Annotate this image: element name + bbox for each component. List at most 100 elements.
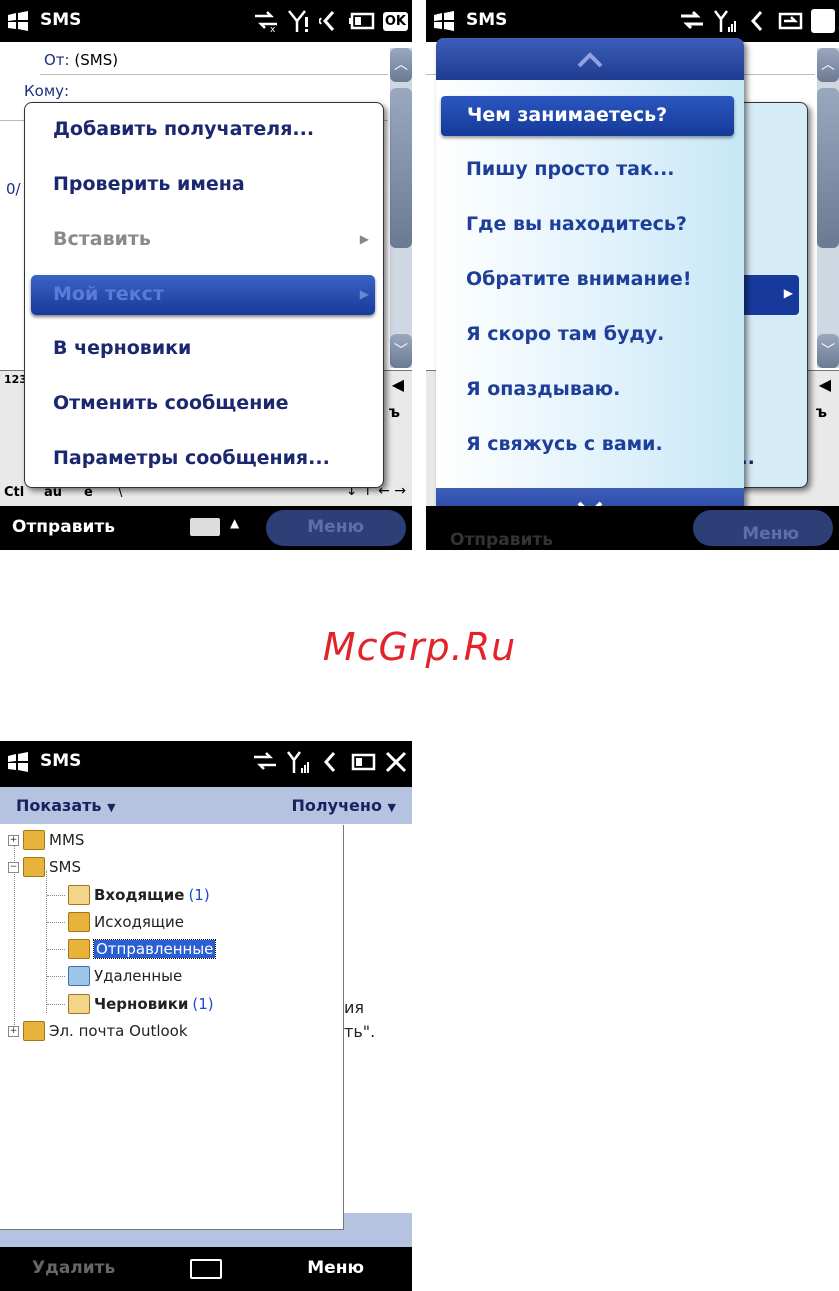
battery-charging-icon[interactable] (777, 12, 803, 30)
tree-label: Отправленные (92, 939, 217, 959)
tree-label: Удаленные (94, 967, 183, 985)
menu-item-insert[interactable]: Вставить (53, 228, 151, 250)
unread-count: (1) (188, 886, 210, 904)
tree-label: SMS (49, 858, 81, 876)
signal-icon[interactable] (286, 750, 312, 774)
menu-item-cancel-message[interactable]: Отменить сообщение (53, 392, 289, 414)
menu-item-check-names[interactable]: Проверить имена (53, 173, 245, 195)
volume-icon[interactable] (747, 10, 769, 32)
keyboard-toggle-icon[interactable] (190, 518, 220, 536)
drafts-icon (68, 994, 90, 1014)
menu-item-add-recipient[interactable]: Добавить получателя... (53, 118, 314, 140)
scrollbar[interactable]: ︿ ﹀ (817, 48, 839, 368)
windows-start-icon[interactable] (6, 11, 30, 31)
softkey-send-partial[interactable]: Отправить (450, 530, 553, 550)
menu-item-drafts[interactable]: В черновики (53, 337, 191, 359)
quick-text-item[interactable]: Я опаздываю. (466, 378, 620, 400)
keyboard-arrow-icon[interactable]: ▲ (230, 516, 239, 530)
menu-item-message-options[interactable]: Параметры сообщения... (53, 447, 330, 469)
softkey-bar: Удалить Меню (0, 1247, 412, 1291)
from-value: (SMS) (74, 51, 119, 69)
tree-label: MMS (49, 831, 85, 849)
scroll-thumb[interactable] (817, 88, 839, 248)
key-backspace-icon[interactable]: ◀ (392, 375, 404, 394)
quick-text-item[interactable]: Я свяжусь с вами. (466, 433, 663, 455)
collapse-icon[interactable]: − (8, 861, 19, 873)
screen-compose-menu: SMS x OK От: (SMS) Кому: 0/ ︿ ﹀ 123 Ctl … (0, 0, 412, 550)
quick-text-item[interactable]: Я скоро там буду. (466, 323, 664, 345)
watermark-logo: McGrp.Ru (322, 625, 517, 669)
connectivity-icon[interactable] (252, 751, 278, 773)
softkey-delete[interactable]: Удалить (32, 1258, 115, 1278)
tree-label: Исходящие (94, 913, 185, 931)
recycle-bin-icon (68, 966, 90, 986)
connectivity-icon[interactable]: x (253, 10, 279, 32)
softkey-menu-partial[interactable]: Меню (742, 524, 799, 544)
status-bar: SMS (0, 741, 412, 787)
tree-node-inbox[interactable]: Входящие (1) (68, 885, 210, 905)
menu-item-my-text[interactable]: Мой текст ▶ (31, 275, 375, 315)
submenu-arrow-icon: ▶ (359, 287, 369, 301)
windows-start-icon[interactable] (432, 11, 456, 31)
scroll-up-button[interactable]: ︿ (817, 48, 839, 82)
sort-dropdown[interactable]: Получено ▼ (292, 796, 396, 815)
inbox-icon (68, 885, 90, 905)
battery-icon[interactable] (348, 12, 375, 30)
scroll-down-button[interactable]: ﹀ (817, 334, 839, 368)
softkey-menu[interactable]: Меню (307, 517, 364, 537)
scroll-thumb[interactable] (390, 88, 412, 248)
chevron-down-icon: ▼ (107, 801, 116, 814)
tree-label: Входящие (94, 886, 185, 904)
char-counter: 0/ (6, 180, 21, 198)
quick-text-item[interactable]: Обратите внимание! (466, 268, 692, 290)
softkey-send[interactable]: Отправить (12, 517, 115, 537)
key-ctl[interactable]: Ctl (4, 485, 24, 500)
quick-text-item[interactable]: Чем занимаетесь? (441, 96, 734, 136)
outbox-icon (68, 912, 90, 932)
show-dropdown-label: Показать (16, 796, 102, 815)
tree-node-outbox[interactable]: Исходящие (68, 912, 184, 932)
status-bar: SMS (426, 0, 839, 42)
app-title: SMS (40, 751, 82, 771)
show-dropdown[interactable]: Показать ▼ (16, 796, 116, 815)
sent-icon (68, 939, 90, 959)
svg-text:x: x (270, 25, 276, 32)
tree-node-drafts[interactable]: Черновики (1) (68, 994, 214, 1014)
tree-label: Эл. почта Outlook (49, 1022, 188, 1040)
tree-node-mms[interactable]: + MMS (8, 830, 84, 850)
signal-icon[interactable] (287, 9, 311, 33)
quick-text-label: Чем занимаетесь? (467, 104, 668, 126)
status-bar: SMS x OK (0, 0, 412, 42)
scroll-up-button[interactable]: ︿ (390, 48, 412, 82)
key-hard-sign[interactable]: ъ (816, 403, 827, 421)
quick-text-item[interactable]: Где вы находитесь? (466, 213, 687, 235)
tree-node-sms[interactable]: − SMS (8, 857, 81, 877)
volume-icon[interactable] (318, 10, 341, 32)
folder-icon (23, 1021, 45, 1041)
softkey-menu[interactable]: Меню (307, 1258, 364, 1278)
behind-text-2: ть". (344, 1022, 376, 1041)
ok-button[interactable]: OK (382, 11, 408, 31)
ok-button[interactable] (811, 9, 835, 33)
tree-node-sent[interactable]: Отправленные (68, 939, 217, 959)
volume-icon[interactable] (320, 751, 342, 773)
close-icon[interactable] (384, 750, 408, 774)
tree-node-deleted[interactable]: Удаленные (68, 966, 182, 986)
submenu-arrow-icon: ▶ (359, 232, 369, 246)
signal-icon[interactable] (713, 9, 739, 33)
key-backspace-icon[interactable]: ◀ (819, 375, 831, 394)
data-transfer-icon[interactable] (679, 10, 705, 32)
scroll-down-button[interactable]: ﹀ (390, 334, 412, 368)
expand-icon[interactable]: + (8, 834, 19, 846)
submenu-scroll-up[interactable] (436, 38, 744, 80)
scrollbar[interactable]: ︿ ﹀ (390, 48, 412, 368)
quick-text-item[interactable]: Пишу просто так... (466, 158, 675, 180)
screen-folder-list: SMS Показать ▼ Получено ▼ ия ть". + MMS … (0, 741, 412, 1291)
battery-icon[interactable] (350, 753, 376, 771)
expand-icon[interactable]: + (8, 1025, 19, 1037)
keyboard-toggle-icon[interactable] (190, 1259, 222, 1279)
from-field[interactable]: От: (SMS) (44, 51, 118, 69)
windows-start-icon[interactable] (6, 752, 30, 772)
tree-node-outlook-email[interactable]: + Эл. почта Outlook (8, 1021, 188, 1041)
key-hard-sign[interactable]: ъ (389, 403, 400, 421)
